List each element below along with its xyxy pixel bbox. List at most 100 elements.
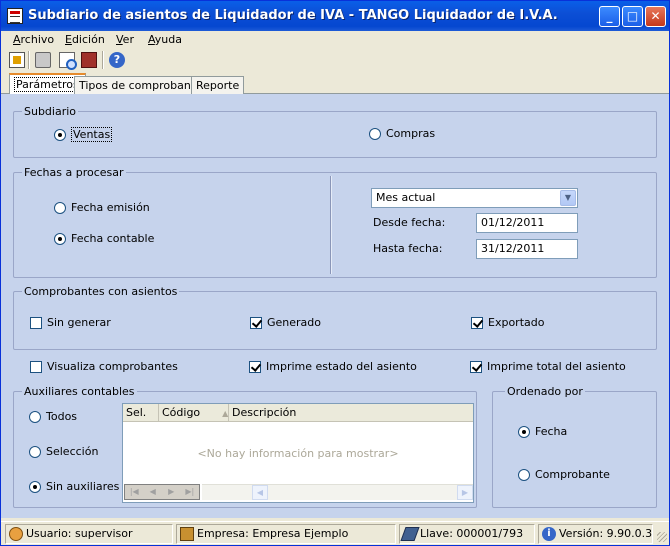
radio-dot: [29, 445, 41, 458]
fechas-legend: Fechas a procesar: [22, 166, 126, 179]
radio-fecha-contable[interactable]: Fecha contable: [54, 232, 154, 245]
radio-seleccion-label: Selección: [46, 445, 99, 458]
menu-archivo[interactable]: Archivo: [13, 33, 54, 46]
properties-icon[interactable]: [9, 52, 25, 68]
hasta-fecha-input[interactable]: 31/12/2011: [476, 239, 578, 259]
check-generado-label: Generado: [267, 316, 322, 329]
menu-ayuda[interactable]: Ayuda: [148, 33, 182, 46]
radio-compras-label: Compras: [386, 127, 436, 140]
radio-dot: [29, 480, 41, 493]
scroll-left-icon[interactable]: ◀: [252, 485, 268, 500]
scroll-right-icon[interactable]: ▶: [457, 485, 473, 500]
desde-fecha-label: Desde fecha:: [373, 216, 446, 229]
desde-fecha-input[interactable]: 01/12/2011: [476, 213, 578, 233]
first-record-icon[interactable]: |◀: [125, 485, 144, 499]
preview-icon[interactable]: [59, 52, 77, 70]
subdiario-group: Subdiario Ventas Compras: [13, 105, 657, 158]
tab-label: Parámetros: [14, 77, 81, 92]
auxiliares-legend: Auxiliares contables: [22, 385, 137, 398]
company-icon: [180, 527, 194, 541]
grid-empty-message: <No hay información para mostrar>: [197, 447, 399, 460]
app-window: Subdiario de asientos de Liquidador de I…: [0, 0, 670, 546]
maximize-button[interactable]: □: [622, 6, 643, 27]
export-icon[interactable]: [81, 52, 97, 68]
status-empresa-text: Empresa: Empresa Ejemplo: [197, 527, 349, 540]
check-sin-generar[interactable]: Sin generar: [30, 316, 111, 329]
auxiliares-grid[interactable]: Sel. Código ▲ Descripción <No hay informa…: [122, 403, 474, 503]
period-select[interactable]: Mes actual ▼: [371, 188, 578, 208]
radio-compras[interactable]: Compras: [369, 127, 435, 140]
hasta-fecha-label: Hasta fecha:: [373, 242, 443, 255]
checkbox: [250, 316, 262, 329]
check-exportado[interactable]: Exportado: [471, 316, 544, 329]
status-empresa: Empresa: Empresa Ejemplo: [176, 524, 396, 544]
column-header-sel[interactable]: Sel.: [123, 404, 159, 422]
radio-dot: [29, 410, 41, 423]
auxiliares-group: Auxiliares contables Todos Selección Sin…: [13, 385, 477, 508]
next-record-icon[interactable]: ▶: [162, 485, 181, 499]
check-generado[interactable]: Generado: [250, 316, 321, 329]
column-header-descripcion[interactable]: Descripción: [229, 404, 473, 422]
minimize-button[interactable]: _: [599, 6, 620, 27]
radio-seleccion[interactable]: Selección: [29, 445, 98, 458]
radio-fecha-emision[interactable]: Fecha emisión: [54, 201, 150, 214]
resize-grip-icon[interactable]: [657, 532, 667, 542]
chevron-down-icon[interactable]: ▼: [560, 190, 576, 206]
subdiario-legend: Subdiario: [22, 105, 79, 118]
fechas-group: Fechas a procesar Fecha emisión Fecha co…: [13, 166, 657, 278]
sort-arrow-icon: ▲: [222, 409, 229, 418]
check-sin-generar-label: Sin generar: [47, 316, 111, 329]
check-visualiza-label: Visualiza comprobantes: [47, 360, 178, 373]
help-icon[interactable]: ?: [109, 52, 125, 68]
close-button[interactable]: ✕: [645, 6, 666, 27]
prev-record-icon[interactable]: ◀: [144, 485, 163, 499]
tab-reporte[interactable]: Reporte: [191, 76, 245, 94]
checkbox: [30, 316, 42, 329]
grid-navigator: |◀ ◀ ▶ ▶|: [124, 484, 200, 500]
last-record-icon[interactable]: ▶|: [181, 485, 200, 499]
check-imprime-estado-label: Imprime estado del asiento: [266, 360, 417, 373]
period-select-value: Mes actual: [376, 191, 436, 204]
radio-dot: [54, 201, 66, 214]
menu-edicion[interactable]: Edición: [65, 33, 105, 46]
checkbox: [249, 360, 261, 373]
radio-sin-auxiliares[interactable]: Sin auxiliares: [29, 480, 119, 493]
check-imprime-estado[interactable]: Imprime estado del asiento: [249, 360, 417, 373]
app-icon[interactable]: [7, 8, 23, 24]
column-header-codigo[interactable]: Código ▲: [159, 404, 229, 422]
radio-orden-fecha[interactable]: Fecha: [518, 425, 567, 438]
radio-orden-comprobante-label: Comprobante: [535, 468, 610, 481]
status-bar: Usuario: supervisor Empresa: Empresa Eje…: [1, 521, 669, 545]
comprobantes-group: Comprobantes con asientos Sin generar Ge…: [13, 285, 657, 350]
radio-sin-auxiliares-label: Sin auxiliares: [46, 480, 120, 493]
title-bar[interactable]: Subdiario de asientos de Liquidador de I…: [1, 1, 669, 31]
parameters-panel: Subdiario Ventas Compras Fechas a proces…: [1, 94, 669, 518]
radio-orden-comprobante[interactable]: Comprobante: [518, 468, 610, 481]
key-icon: [400, 527, 420, 541]
check-imprime-total-label: Imprime total del asiento: [487, 360, 626, 373]
status-usuario: Usuario: supervisor: [5, 524, 173, 544]
tab-tipos-comprobante[interactable]: Tipos de comprobante: [74, 76, 207, 94]
radio-dot: [54, 232, 66, 245]
horizontal-scrollbar[interactable]: ◀ ▶: [202, 484, 473, 500]
print-icon[interactable]: [35, 52, 51, 68]
radio-dot: [518, 425, 530, 438]
checkbox: [470, 360, 482, 373]
user-icon: [9, 527, 23, 541]
info-icon: i: [542, 527, 556, 541]
radio-todos[interactable]: Todos: [29, 410, 77, 423]
check-visualiza-comprobantes[interactable]: Visualiza comprobantes: [30, 360, 178, 373]
window-title: Subdiario de asientos de Liquidador de I…: [28, 8, 558, 23]
menu-ver[interactable]: Ver: [116, 33, 134, 46]
check-imprime-total[interactable]: Imprime total del asiento: [470, 360, 626, 373]
grid-header: Sel. Código ▲ Descripción: [123, 404, 473, 422]
radio-fecha-contable-label: Fecha contable: [71, 232, 155, 245]
radio-todos-label: Todos: [46, 410, 78, 423]
ordenado-group: Ordenado por Fecha Comprobante: [492, 385, 657, 508]
radio-orden-fecha-label: Fecha: [535, 425, 568, 438]
fechas-separator: [330, 176, 332, 274]
toolbar-separator: [102, 51, 104, 69]
checkbox: [471, 316, 483, 329]
radio-ventas[interactable]: Ventas: [54, 127, 113, 142]
status-version-text: Versión: 9.90.0.383: [559, 527, 653, 540]
